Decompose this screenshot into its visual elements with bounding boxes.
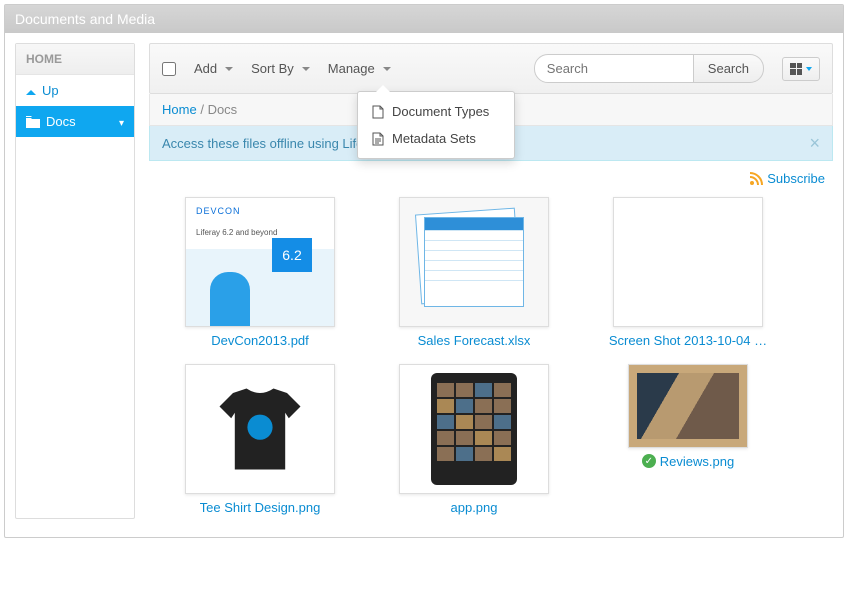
close-icon[interactable]: × bbox=[809, 134, 820, 152]
sidebar-item-docs[interactable]: Docs bbox=[16, 106, 134, 137]
breadcrumb-current: Docs bbox=[208, 102, 238, 117]
sortby-button[interactable]: Sort By bbox=[251, 61, 310, 76]
thumb-sub: Liferay 6.2 and beyond bbox=[196, 228, 277, 237]
add-button[interactable]: Add bbox=[194, 61, 233, 76]
rss-icon bbox=[749, 172, 763, 186]
documents-media-portlet: Documents and Media HOME Up Docs Add Sor… bbox=[4, 4, 844, 538]
file-thumbnail bbox=[613, 197, 763, 327]
document-lines-icon bbox=[372, 132, 384, 146]
folder-icon bbox=[26, 116, 40, 128]
file-name: app.png bbox=[451, 500, 498, 515]
breadcrumb-home[interactable]: Home bbox=[162, 102, 197, 117]
manage-button[interactable]: Manage bbox=[328, 61, 391, 76]
file-name: Screen Shot 2013-10-04 … bbox=[609, 333, 767, 348]
sidebar-item-label: Docs bbox=[46, 114, 76, 129]
file-name: Tee Shirt Design.png bbox=[200, 500, 321, 515]
manage-dropdown: Document Types Metadata Sets bbox=[357, 91, 515, 159]
manage-item-metadata-sets[interactable]: Metadata Sets bbox=[358, 125, 514, 152]
file-thumbnail: DEVCON Liferay 6.2 and beyond 6.2 bbox=[185, 197, 335, 327]
file-name: DevCon2013.pdf bbox=[211, 333, 309, 348]
sidebar-item-label: Up bbox=[42, 83, 59, 98]
toolbar: Add Sort By Manage Search bbox=[149, 43, 833, 94]
file-thumbnail bbox=[399, 197, 549, 327]
portlet-title: Documents and Media bbox=[5, 5, 843, 33]
main-area: Add Sort By Manage Search Document Types bbox=[149, 43, 833, 519]
file-item[interactable]: Sales Forecast.xlsx bbox=[379, 197, 569, 348]
check-circle-icon: ✓ bbox=[642, 454, 656, 468]
caret-down-icon bbox=[806, 67, 812, 71]
subscribe-link[interactable]: Subscribe bbox=[749, 171, 825, 186]
file-item[interactable]: Screen Shot 2013-10-04 … bbox=[593, 197, 783, 348]
grid-view-icon bbox=[790, 63, 802, 75]
file-name: Sales Forecast.xlsx bbox=[418, 333, 531, 348]
portlet-body: HOME Up Docs Add Sort By Manage bbox=[5, 33, 843, 537]
file-thumbnail bbox=[399, 364, 549, 494]
file-thumbnail bbox=[628, 364, 748, 448]
file-item[interactable]: DEVCON Liferay 6.2 and beyond 6.2 DevCon… bbox=[165, 197, 355, 348]
sidebar: HOME Up Docs bbox=[15, 43, 135, 519]
breadcrumb-sep: / bbox=[200, 102, 204, 117]
search-input[interactable] bbox=[534, 54, 694, 83]
sidebar-section-home: HOME bbox=[16, 44, 134, 75]
caret-down-icon[interactable] bbox=[119, 114, 124, 129]
file-item[interactable]: app.png bbox=[379, 364, 569, 515]
select-all-checkbox[interactable] bbox=[162, 62, 176, 76]
document-icon bbox=[372, 105, 384, 119]
search-button[interactable]: Search bbox=[694, 54, 764, 83]
file-name: ✓ Reviews.png bbox=[642, 454, 734, 469]
view-mode-button[interactable] bbox=[782, 57, 820, 81]
manage-item-document-types[interactable]: Document Types bbox=[358, 98, 514, 125]
file-grid: DEVCON Liferay 6.2 and beyond 6.2 DevCon… bbox=[149, 193, 833, 519]
thumb-brand: DEVCON bbox=[196, 206, 241, 216]
file-item[interactable]: Tee Shirt Design.png bbox=[165, 364, 355, 515]
file-item[interactable]: ✓ Reviews.png bbox=[593, 364, 783, 515]
search-group: Search bbox=[534, 54, 764, 83]
subscribe-bar: Subscribe bbox=[149, 161, 833, 193]
up-arrow-icon bbox=[26, 83, 36, 98]
thumb-flag: 6.2 bbox=[272, 238, 312, 272]
sidebar-item-up[interactable]: Up bbox=[16, 75, 134, 106]
thumb-figure bbox=[210, 272, 250, 326]
tshirt-icon bbox=[215, 384, 305, 474]
file-thumbnail bbox=[185, 364, 335, 494]
